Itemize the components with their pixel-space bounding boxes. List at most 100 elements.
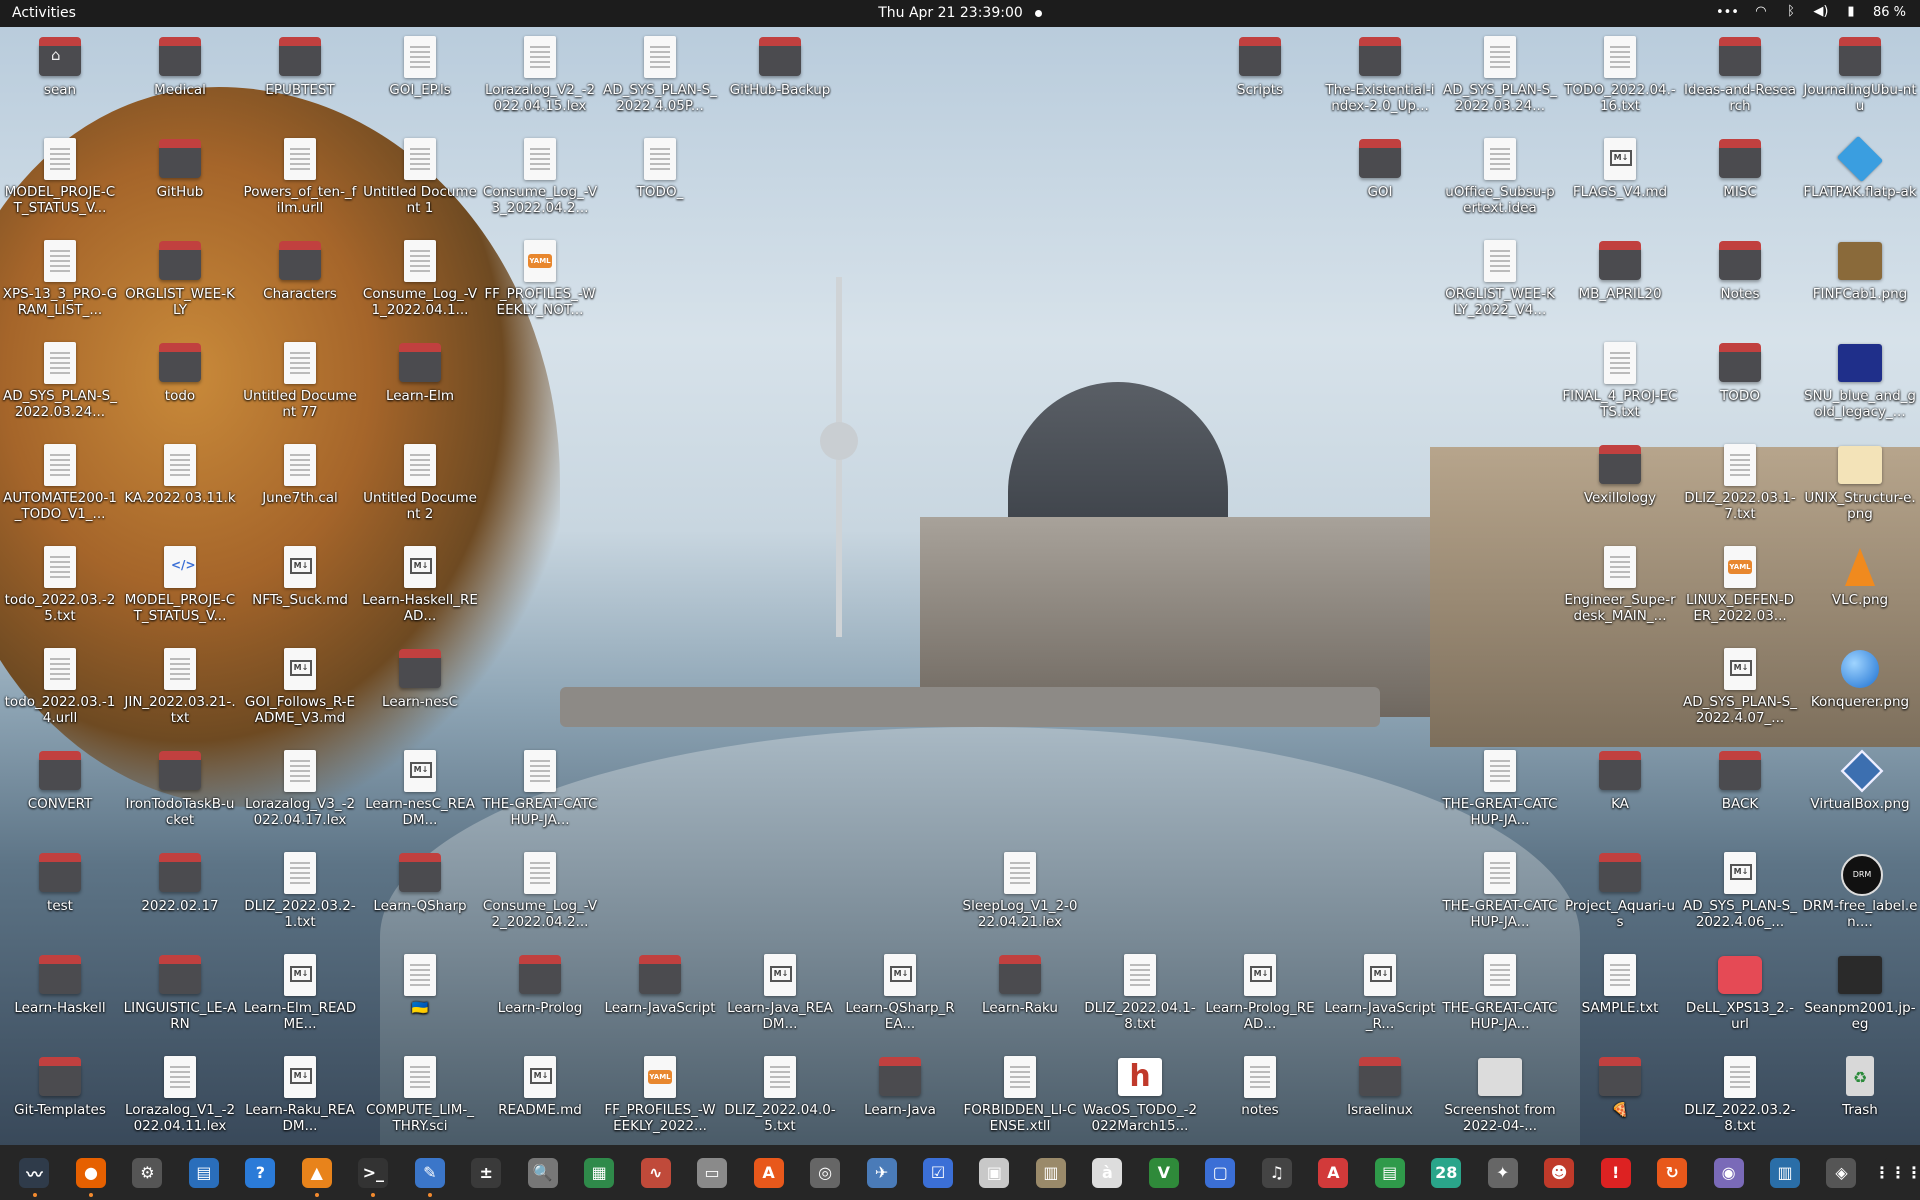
desktop-icon[interactable]: 🇺🇦	[362, 948, 478, 1048]
desktop-icon[interactable]: Untitled Document 77	[242, 336, 358, 436]
desktop-icon[interactable]: YAML FF_PROFILES_-WEEKLY_NOT...	[482, 234, 598, 334]
desktop-icon[interactable]: M↓ AD_SYS_PLAN-S_2022.4.06_...	[1682, 846, 1798, 946]
system-tray[interactable]: ••• ◠ ᛒ ◀) ▮ 86 %	[1716, 4, 1906, 20]
dock-item-settings[interactable]: ⚙	[125, 1153, 169, 1193]
desktop-icon[interactable]: todo_2022.03.-25.txt	[2, 540, 118, 640]
dock-item-tasks[interactable]: ☑	[916, 1153, 960, 1193]
desktop-icon[interactable]: Ideas-and-Research	[1682, 30, 1798, 130]
desktop-icon[interactable]: GOI_EP.ls	[362, 30, 478, 130]
desktop-icon[interactable]: Characters	[242, 234, 358, 334]
dock-item-system-monitor-2[interactable]: ∿	[634, 1153, 678, 1193]
desktop-icon[interactable]: LINGUISTIC_LE-ARN	[122, 948, 238, 1048]
desktop-icon[interactable]: YAML LINUX_DEFEN-DER_2022.03...	[1682, 540, 1798, 640]
desktop-icon[interactable]: CONVERT	[2, 744, 118, 844]
desktop-icon[interactable]: AD_SYS_PLAN-S_2022.03.24...	[1442, 30, 1558, 130]
desktop-icon[interactable]: M↓ Learn-JavaScript_R...	[1322, 948, 1438, 1048]
desktop-icon[interactable]: SAMPLE.txt	[1562, 948, 1678, 1048]
dock-item-document-viewer[interactable]: A	[1311, 1153, 1355, 1193]
desktop-icon[interactable]: M↓ README.md	[482, 1050, 598, 1150]
desktop-icon[interactable]: h WacOS_TODO_-2022March15...	[1082, 1050, 1198, 1150]
desktop-icon[interactable]: Learn-QSharp	[362, 846, 478, 946]
desktop-icon[interactable]: Lorazalog_V3_-2022.04.17.lex	[242, 744, 358, 844]
desktop-icon[interactable]: THE-GREAT-CATCHUP-JA...	[1442, 948, 1558, 1048]
clock[interactable]: Thu Apr 21 23:39:00	[0, 5, 1920, 21]
desktop-icon[interactable]: Untitled Document 1	[362, 132, 478, 232]
desktop-icon[interactable]: Lorazalog_V1_-2022.04.11.lex	[122, 1050, 238, 1150]
desktop-icon[interactable]: COMPUTE_LIM-_THRY.sci	[362, 1050, 478, 1150]
desktop-icon[interactable]: Git-Templates	[2, 1050, 118, 1150]
desktop-icon[interactable]: TODO_2022.04.-16.txt	[1562, 30, 1678, 130]
dock-item-music[interactable]: ♫	[1255, 1153, 1299, 1193]
desktop-icon[interactable]: Seanpm2001.jp-eg	[1802, 948, 1918, 1048]
desktop-icon[interactable]: Vexillology	[1562, 438, 1678, 538]
dock-item-system-monitor[interactable]: 〰	[13, 1153, 57, 1197]
dock-item-vim[interactable]: V	[1142, 1153, 1186, 1193]
desktop-icon[interactable]: Project_Aquari-us	[1562, 846, 1678, 946]
desktop-icon[interactable]: Engineer_Supe-rdesk_MAIN_...	[1562, 540, 1678, 640]
desktop-icon[interactable]: M↓ AD_SYS_PLAN-S_2022.4.07_...	[1682, 642, 1798, 742]
dock-item-wine[interactable]: ✦	[1481, 1153, 1525, 1193]
desktop-icon[interactable]: BACK	[1682, 744, 1798, 844]
dock-item-files[interactable]: ▭	[690, 1153, 734, 1193]
desktop-icon[interactable]: AD_SYS_PLAN-S_2022.03.24...	[2, 336, 118, 436]
desktop-icon[interactable]: ♻ Trash	[1802, 1050, 1918, 1150]
desktop-icon[interactable]: ⌂ sean	[2, 30, 118, 130]
battery-icon[interactable]: ▮	[1843, 4, 1859, 20]
desktop-icon[interactable]: THE-GREAT-CATCHUP-JA...	[1442, 744, 1558, 844]
desktop-icon[interactable]: KA.2022.03.11.k	[122, 438, 238, 538]
dock-item-document-scanner[interactable]: ▣	[972, 1153, 1016, 1193]
desktop-icon[interactable]: MB_APRIL20	[1562, 234, 1678, 334]
desktop-icon[interactable]: M↓ Learn-Elm_README...	[242, 948, 358, 1048]
desktop-icon[interactable]: Consume_Log_-V3_2022.04.2...	[482, 132, 598, 232]
desktop-icon[interactable]: EPUBTEST	[242, 30, 358, 130]
desktop-icon[interactable]: SNU_blue_and_gold_legacy_...	[1802, 336, 1918, 436]
desktop-icon[interactable]: XPS-13_3_PRO-GRAM_LIST_...	[2, 234, 118, 334]
desktop-icon[interactable]: AUTOMATE200-1_TODO_V1_...	[2, 438, 118, 538]
desktop-icon[interactable]: DLIZ_2022.03.2-8.txt	[1682, 1050, 1798, 1150]
dock-item-screen-share[interactable]: ▢	[1198, 1153, 1242, 1193]
desktop-icon[interactable]: test	[2, 846, 118, 946]
dock-item-calendar[interactable]: 28	[1424, 1153, 1468, 1193]
dock-item-software[interactable]: A	[747, 1153, 791, 1193]
desktop-icon[interactable]: Learn-JavaScript	[602, 948, 718, 1048]
desktop-icon[interactable]: FLATPAK.flatp-ak	[1802, 132, 1918, 232]
desktop-icon[interactable]: GitHub	[122, 132, 238, 232]
dock-item-libreoffice-writer[interactable]: ▤	[182, 1153, 226, 1193]
desktop-icon[interactable]: Consume_Log_-V2_2022.04.2...	[482, 846, 598, 946]
desktop-icon[interactable]: M↓ Learn-Haskell_READ...	[362, 540, 478, 640]
dock-item-screenshot[interactable]: ◉	[1707, 1153, 1751, 1193]
tray-more-icon[interactable]: •••	[1716, 5, 1739, 20]
dock-item-disks[interactable]: ◎	[803, 1153, 847, 1193]
desktop-icon[interactable]: Learn-Haskell	[2, 948, 118, 1048]
dock-item-inkscape[interactable]: ◈	[1820, 1153, 1864, 1193]
desktop-icon[interactable]: JournalingUbu-ntu	[1802, 30, 1918, 130]
desktop-icon[interactable]: Learn-Raku	[962, 948, 1078, 1048]
desktop-icon[interactable]: Learn-Prolog	[482, 948, 598, 1048]
desktop-icon[interactable]: MODEL_PROJE-CT_STATUS_V...	[2, 132, 118, 232]
dock-item-game[interactable]: ☻	[1537, 1153, 1581, 1193]
desktop-icon[interactable]: TODO_	[602, 132, 718, 232]
desktop-icon[interactable]: ORGLIST_WEE-KLY_2022_V4...	[1442, 234, 1558, 334]
desktop-icon[interactable]: DRM DRM-free_label.en....	[1802, 846, 1918, 946]
desktop-icon[interactable]: VirtualBox.png	[1802, 744, 1918, 844]
desktop-icon[interactable]: Learn-nesC	[362, 642, 478, 742]
desktop-icon[interactable]: </> MODEL_PROJE-CT_STATUS_V...	[122, 540, 238, 640]
desktop-icon[interactable]: June7th.cal	[242, 438, 358, 538]
dock-item-terminal[interactable]: >_	[351, 1153, 395, 1197]
desktop-icon[interactable]: FINFCab1.png	[1802, 234, 1918, 334]
dock-item-show-apps[interactable]: ⋮⋮⋮	[1874, 1153, 1920, 1193]
volume-icon[interactable]: ◀)	[1813, 4, 1829, 20]
desktop-icon[interactable]: Konquerer.png	[1802, 642, 1918, 742]
desktop-icon[interactable]: Learn-Java	[842, 1050, 958, 1150]
desktop-icon[interactable]: THE-GREAT-CATCHUP-JA...	[1442, 846, 1558, 946]
dock-item-remote[interactable]: ▥	[1763, 1153, 1807, 1193]
dock-item-spreadsheet[interactable]: ▤	[1368, 1153, 1412, 1193]
desktop-icon[interactable]: Scripts	[1202, 30, 1318, 130]
desktop-icon[interactable]: uOffice_Subsu-pertext.idea	[1442, 132, 1558, 232]
desktop-icon[interactable]: THE-GREAT-CATCHUP-JA...	[482, 744, 598, 844]
desktop-icon[interactable]: M↓ Learn-Raku_READM...	[242, 1050, 358, 1150]
desktop-icon[interactable]: The-Existential-index-2.0_Up...	[1322, 30, 1438, 130]
battery-percent[interactable]: 86 %	[1873, 5, 1906, 20]
dock-item-image-viewer[interactable]: 🔍	[521, 1153, 565, 1193]
desktop-icon[interactable]: JIN_2022.03.21-.txt	[122, 642, 238, 742]
